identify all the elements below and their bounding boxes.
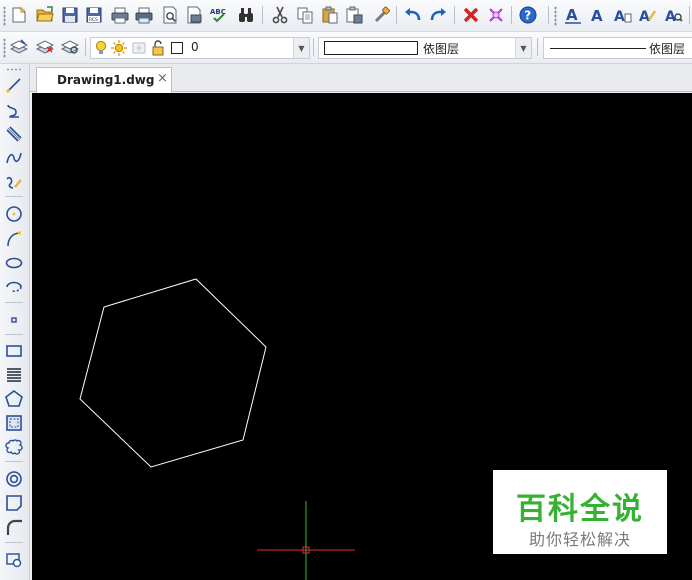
layer-manager-icon[interactable] — [9, 37, 29, 57]
donut-icon[interactable] — [4, 469, 24, 489]
layer-state-icon[interactable] — [35, 37, 55, 57]
region-icon[interactable] — [4, 413, 24, 433]
toolbar-separator — [689, 6, 690, 24]
tab-drawing1[interactable]: Drawing1.dwg × — [36, 67, 172, 93]
chevron-down-icon[interactable]: ▼ — [515, 38, 531, 58]
svg-text:A: A — [591, 7, 603, 24]
draw-toolbar — [0, 64, 30, 580]
delete-icon[interactable] — [461, 5, 481, 25]
linetype-value: 依图层 — [649, 42, 686, 56]
line-icon[interactable] — [4, 75, 24, 95]
linetype-preview — [550, 48, 646, 49]
text-edit-icon[interactable]: A — [613, 5, 633, 25]
wipeout-icon[interactable] — [4, 493, 24, 513]
paste-icon[interactable] — [320, 5, 340, 25]
freeze-icon[interactable] — [131, 40, 147, 60]
toolbar-separator — [548, 6, 549, 24]
svg-text:RCS: RCS — [89, 17, 98, 23]
print-preview-icon[interactable] — [160, 5, 180, 25]
open-folder-icon[interactable] — [35, 5, 55, 25]
color-dropdown[interactable]: 依图层 ▼ — [318, 37, 532, 59]
color-swatch — [324, 41, 418, 55]
toolbar-separator — [313, 38, 314, 56]
circle-icon[interactable] — [4, 204, 24, 224]
spellcheck-icon[interactable]: ABC — [209, 5, 229, 25]
bulb-icon[interactable] — [95, 40, 107, 60]
document-tab-bar: Drawing1.dwg × — [30, 64, 692, 93]
color-square-icon — [171, 42, 183, 54]
toolbar-separator — [5, 196, 23, 197]
print-icon[interactable] — [110, 5, 130, 25]
toolbar-separator — [5, 302, 23, 303]
layer-name-value: 0 — [191, 40, 199, 54]
ellipse-arc-icon[interactable] — [4, 277, 24, 297]
publish-icon[interactable] — [184, 5, 204, 25]
watermark-title: 百科全说 — [516, 492, 644, 527]
text-scale-icon[interactable]: A — [664, 5, 684, 25]
cad-app-window: RCS ABC ? A A A A A 0 ▼ 依图层 ▼ 依图层 Drawin… — [0, 0, 692, 580]
freehand-icon[interactable] — [4, 172, 24, 192]
close-icon[interactable]: × — [157, 71, 168, 86]
watermark-subtitle: 助你轻松解决 — [528, 530, 631, 549]
toolbar-separator — [5, 461, 23, 462]
new-file-icon[interactable] — [9, 5, 29, 25]
toolbar-separator — [396, 6, 397, 24]
polyline-icon[interactable] — [4, 100, 24, 120]
toolbar-separator — [5, 334, 23, 335]
hatch-stack-icon[interactable] — [4, 365, 24, 385]
toolbar-separator — [511, 6, 512, 24]
toolbar-grip-handle[interactable] — [3, 38, 6, 58]
redo-icon[interactable] — [428, 5, 448, 25]
ellipse-icon[interactable] — [4, 253, 24, 273]
paste-special-icon[interactable] — [344, 5, 364, 25]
layers-toolbar: 0 ▼ 依图层 ▼ 依图层 — [0, 32, 692, 64]
layer-previous-icon[interactable] — [60, 37, 80, 57]
text-icon[interactable]: A — [588, 5, 608, 25]
help-icon[interactable]: ? — [518, 5, 538, 25]
sun-icon[interactable] — [111, 40, 127, 60]
arc-icon[interactable] — [4, 229, 24, 249]
undo-icon[interactable] — [403, 5, 423, 25]
erase-x-icon[interactable] — [486, 5, 506, 25]
linetype-dropdown[interactable]: 依图层 — [543, 37, 692, 59]
text-style-icon[interactable]: A — [563, 5, 583, 25]
spline-icon[interactable] — [4, 148, 24, 168]
rectangle-icon[interactable] — [4, 341, 24, 361]
fillet-icon[interactable] — [4, 517, 24, 537]
toolbar-separator — [85, 38, 86, 56]
color-value: 依图层 — [423, 42, 460, 56]
find-icon[interactable] — [236, 5, 256, 25]
text-find-icon[interactable]: A — [638, 5, 658, 25]
lock-icon[interactable] — [151, 40, 165, 60]
hexagon-entity[interactable] — [79, 278, 267, 468]
svg-text:?: ? — [524, 9, 531, 23]
toolbar-grip-handle[interactable] — [554, 6, 557, 26]
block-insert-icon[interactable] — [4, 550, 24, 570]
plot-icon[interactable] — [134, 5, 154, 25]
toolbar-separator — [5, 542, 23, 543]
match-properties-icon[interactable] — [371, 5, 391, 25]
copy-icon[interactable] — [295, 5, 315, 25]
svg-text:A: A — [566, 6, 578, 24]
cut-icon[interactable] — [270, 5, 290, 25]
save-icon[interactable] — [60, 5, 80, 25]
toolbar-grip-handle[interactable] — [6, 68, 22, 71]
toolbar-separator — [537, 38, 538, 56]
layer-dropdown[interactable]: 0 ▼ — [90, 37, 310, 59]
svg-text:A: A — [614, 9, 625, 24]
toolbar-separator — [454, 6, 455, 24]
toolbar-separator — [262, 6, 263, 24]
watermark-logo: 百科全说 助你轻松解决 — [493, 470, 667, 554]
multiline-icon[interactable] — [4, 124, 24, 144]
chevron-down-icon[interactable]: ▼ — [293, 38, 309, 58]
standard-toolbar: RCS ABC ? A A A A A — [0, 0, 692, 32]
point-icon[interactable] — [4, 310, 24, 330]
polygon-icon[interactable] — [4, 389, 24, 409]
svg-text:A: A — [639, 9, 650, 24]
toolbar-grip-handle[interactable] — [3, 6, 6, 26]
tab-label: Drawing1.dwg — [57, 73, 155, 87]
saveas-icon[interactable]: RCS — [84, 5, 104, 25]
revision-cloud-icon[interactable] — [4, 437, 24, 457]
